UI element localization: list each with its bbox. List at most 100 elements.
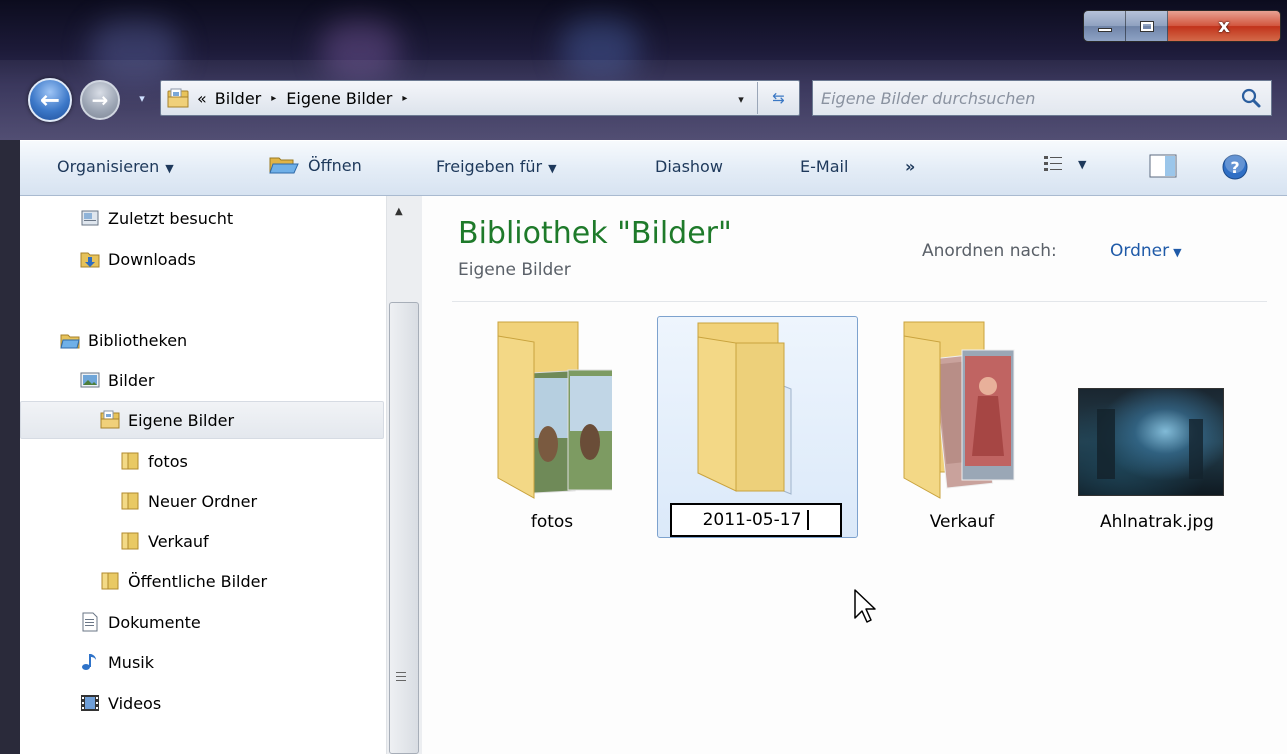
folder-icon [121,532,139,550]
chevron-down-icon: ▾ [738,92,744,106]
folder-with-photos-icon [903,321,1015,499]
rename-input[interactable]: 2011-05-17 [670,503,842,537]
folder-icon [697,322,792,495]
nav-item-fotos[interactable]: fotos [120,444,188,478]
nav-item-pictures[interactable]: Bilder [80,363,154,397]
organize-label: Organisieren [57,157,160,176]
organize-button[interactable]: Organisieren ▼ [57,157,174,176]
arrange-by-label: Anordnen nach: [922,241,1057,261]
nav-item-recent[interactable]: Zuletzt besucht [80,201,233,235]
open-button[interactable]: Öffnen [268,154,362,176]
svg-text:?: ? [1230,158,1239,177]
command-bar: Organisieren ▼ Öffnen Freigeben für ▼ Dias… [20,140,1287,196]
image-thumbnail [1078,388,1224,496]
preview-pane-icon [1149,154,1177,178]
library-subtitle: Eigene Bilder [458,260,571,280]
folder-icon [121,492,139,510]
slideshow-button[interactable]: Diashow [655,157,723,176]
search-input[interactable]: Eigene Bilder durchsuchen [821,89,1035,108]
breadcrumb-overflow[interactable]: « [197,89,207,108]
item-name: fotos [530,512,574,532]
downloads-folder-icon [80,252,100,268]
nav-item-label: Musik [108,652,154,672]
nav-item-documents[interactable]: Dokumente [80,605,201,639]
maximize-icon [1139,20,1154,32]
nav-item-label: Dokumente [108,612,201,632]
maximize-button[interactable] [1126,11,1168,41]
nav-item-my-pictures[interactable]: Eigene Bilder [100,403,234,437]
scrollbar-grip-icon [396,671,406,683]
more-commands-button[interactable]: » [905,157,915,176]
folder-icon [121,452,139,470]
search-box[interactable]: Eigene Bilder durchsuchen [812,80,1272,116]
minimize-button[interactable] [1084,11,1126,41]
nav-item-libraries[interactable]: Bibliotheken [60,323,187,357]
nav-item-videos[interactable]: Videos [80,686,161,720]
recent-places-icon [81,210,99,226]
folder-with-photos-icon [497,321,612,499]
nav-item-label: Verkauf [148,531,209,551]
nav-item-new-folder[interactable]: Neuer Ordner [120,484,257,518]
folder-item-fotos[interactable]: fotos [452,314,652,544]
nav-item-verkauf[interactable]: Verkauf [120,524,209,558]
preview-pane-button[interactable] [1148,153,1178,183]
breadcrumb: « Bilder ▸ Eigene Bilder ▸ [197,89,409,108]
libraries-icon [60,334,80,349]
nav-item-label: Videos [108,693,162,713]
breadcrumb-item[interactable]: Eigene Bilder [286,89,392,108]
close-button[interactable]: x [1168,11,1280,41]
breadcrumb-separator-icon[interactable]: ▸ [402,93,407,104]
rename-value: 2011-05-17 [702,510,802,530]
chevron-down-icon: ▼ [165,162,174,175]
image-item-ahlnatrak[interactable]: Ahlnatrak.jpg [1072,314,1242,544]
share-button[interactable]: Freigeben für ▼ [436,157,557,176]
breadcrumb-separator-icon[interactable]: ▸ [271,93,276,104]
arrange-by-value: Ordner [1110,241,1170,261]
view-options-button[interactable]: ▼ [1042,153,1086,175]
share-label: Freigeben für [436,157,543,176]
recent-pages-dropdown[interactable]: ▾ [133,88,151,108]
caption-buttons: x [1083,10,1281,42]
nav-item-label: Zuletzt besucht [108,208,234,228]
help-button[interactable]: ? [1221,153,1249,185]
arrow-left-icon: ← [39,86,61,114]
open-label: Öffnen [308,155,362,175]
chevron-down-icon: ▼ [1173,246,1182,259]
folder-item-renaming[interactable]: 2011-05-17 [657,316,858,538]
item-name: Ahlnatrak.jpg [1100,512,1214,532]
chevron-down-icon: ▾ [139,91,145,105]
help-icon: ? [1222,153,1248,180]
view-list-icon [1044,156,1062,171]
address-bar[interactable]: « Bilder ▸ Eigene Bilder ▸ ▾ ⇆ [160,80,800,116]
nav-item-label: Bibliotheken [88,330,188,350]
slideshow-label: Diashow [655,157,723,176]
scroll-up-arrow-icon[interactable]: ▲ [395,206,403,217]
chevron-down-icon: ▼ [548,162,557,175]
nav-item-public-pictures[interactable]: Öffentliche Bilder [100,564,267,598]
nav-item-label: fotos [148,451,188,471]
forward-button[interactable]: → [80,80,120,120]
more-icon: » [905,157,916,176]
magnifier-icon[interactable] [1238,85,1264,111]
arrange-by-dropdown[interactable]: Ordner ▼ [1110,241,1182,261]
nav-item-label: Öffentliche Bilder [128,571,268,591]
chevron-down-icon: ▼ [1078,157,1087,171]
nav-item-label: Bilder [108,370,155,390]
film-strip-icon [81,695,99,711]
refresh-button[interactable]: ⇆ [757,82,799,114]
documents-icon [82,612,98,632]
mouse-cursor-icon [854,589,876,623]
email-button[interactable]: E-Mail [800,157,848,176]
back-button[interactable]: ← [28,78,72,122]
folder-item-verkauf[interactable]: Verkauf [862,314,1062,544]
address-dropdown-button[interactable]: ▾ [729,87,753,111]
header-divider [452,301,1267,302]
nav-item-label: Neuer Ordner [148,491,258,511]
nav-item-downloads[interactable]: Downloads [80,242,196,276]
arrow-right-icon: → [91,88,109,112]
scrollbar-thumb[interactable] [389,302,419,754]
refresh-icon: ⇆ [772,89,785,107]
nav-item-music[interactable]: Musik [80,645,154,679]
breadcrumb-item[interactable]: Bilder [215,89,261,108]
text-caret [807,510,810,530]
